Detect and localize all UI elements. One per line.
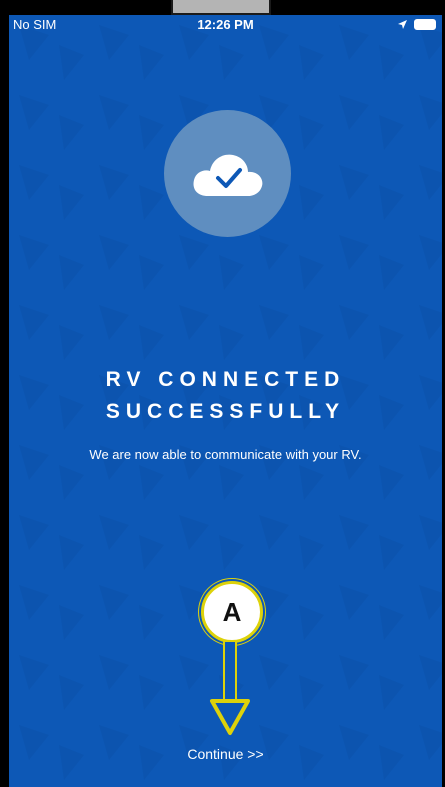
top-tab xyxy=(171,0,271,15)
location-arrow-icon xyxy=(398,20,407,29)
cloud-check-icon xyxy=(193,154,262,196)
success-message: We are now able to communicate with your… xyxy=(89,447,362,462)
headline-line-2: SUCCESSFULLY xyxy=(105,400,346,423)
status-icons xyxy=(397,19,436,30)
annotation-arrow-icon xyxy=(210,641,250,735)
cloud-check-badge xyxy=(164,110,291,237)
battery-icon xyxy=(414,19,436,30)
phone-screen: No SIM 12:26 PM RV CONNECTED SUCCESSFULL… xyxy=(9,15,442,787)
annotation-callout: A xyxy=(201,581,263,643)
headline-line-1: RV CONNECTED xyxy=(105,368,346,391)
success-headline: RV CONNECTED SUCCESSFULLY xyxy=(9,364,442,428)
clock: 12:26 PM xyxy=(197,17,254,32)
continue-button[interactable]: Continue >> xyxy=(9,746,442,762)
status-bar: No SIM 12:26 PM xyxy=(9,15,442,35)
